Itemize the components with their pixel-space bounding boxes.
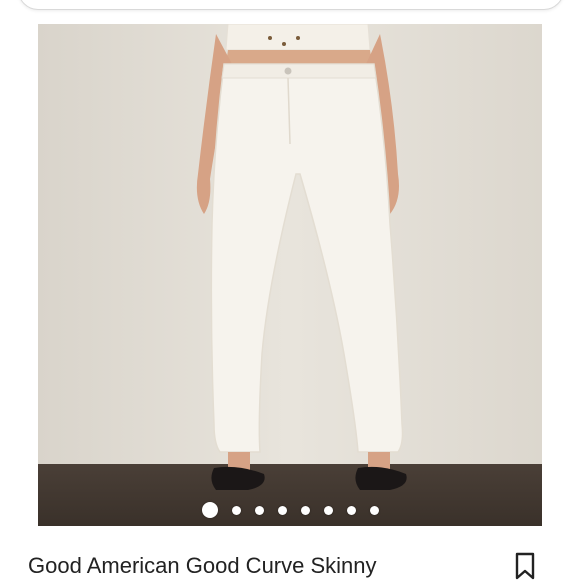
bookmark-icon [515,552,535,580]
product-title: Good American Good Curve Skinny [28,553,377,578]
bookmark-button[interactable] [512,552,538,580]
image-dot-indicators [38,500,542,520]
image-dot[interactable] [300,505,310,515]
image-dot[interactable] [231,505,241,515]
image-dot[interactable] [323,505,333,515]
image-dot[interactable] [201,502,218,518]
image-dot[interactable] [277,505,287,515]
image-dot[interactable] [346,505,356,515]
image-dot[interactable] [254,505,264,515]
product-image-carousel[interactable] [38,24,542,526]
search-bar[interactable] [18,0,564,10]
image-dot[interactable] [369,505,379,515]
product-photo [196,24,407,490]
